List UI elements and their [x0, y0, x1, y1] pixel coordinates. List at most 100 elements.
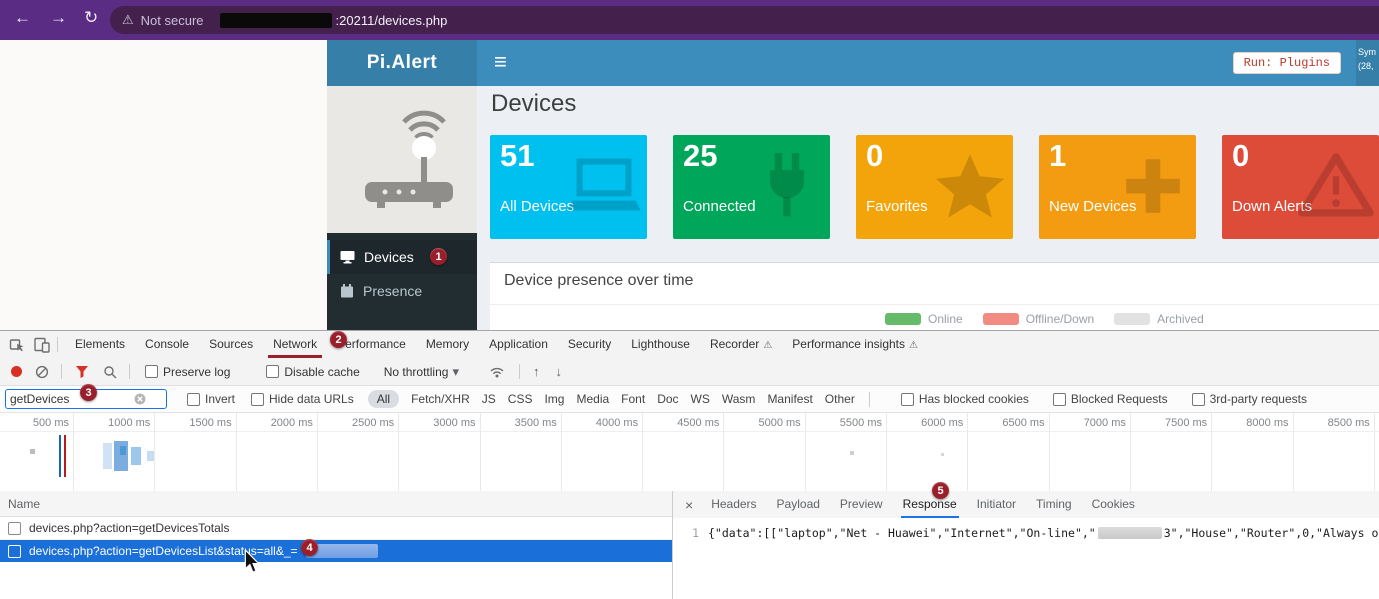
network-overview-timeline[interactable]: 500 ms1000 ms1500 ms2000 ms2500 ms3000 m…	[0, 413, 1379, 492]
devtools-tab-application[interactable]: Application	[479, 331, 558, 358]
stat-card-favorites[interactable]: 0Favorites	[856, 135, 1013, 239]
filter-type-css[interactable]: CSS	[508, 392, 533, 406]
devtools-tab-console[interactable]: Console	[135, 331, 199, 358]
timeline-tick-label: 2000 ms	[259, 417, 313, 429]
response-tab-response[interactable]: Response	[893, 491, 967, 518]
alert-icon	[1297, 147, 1375, 225]
sidebar-item-label: Devices	[364, 249, 414, 265]
filter-input[interactable]	[10, 392, 134, 406]
record-icon[interactable]	[11, 366, 22, 377]
filter-type-wasm[interactable]: Wasm	[722, 392, 756, 406]
search-icon[interactable]	[103, 365, 117, 379]
response-tab-headers[interactable]: Headers	[701, 491, 766, 518]
url-text: :20211/devices.php	[336, 13, 448, 28]
response-tab-preview[interactable]: Preview	[830, 491, 893, 518]
filter-type-doc[interactable]: Doc	[657, 392, 678, 406]
checkbox-icon[interactable]	[901, 393, 914, 406]
legend-swatch	[983, 313, 1019, 325]
checkbox-label: Preserve log	[163, 365, 230, 379]
request-row[interactable]: devices.php?action=getDevicesTotals	[0, 517, 672, 540]
filter-type-js[interactable]: JS	[482, 392, 496, 406]
filter-type-ws[interactable]: WS	[691, 392, 710, 406]
request-list-header[interactable]: Name	[0, 491, 672, 517]
response-tab-payload[interactable]: Payload	[767, 491, 830, 518]
forward-icon[interactable]: →	[50, 9, 67, 26]
timeline-gridline	[398, 413, 399, 491]
response-tab-timing[interactable]: Timing	[1026, 491, 1082, 518]
inspect-element-icon[interactable]	[9, 337, 25, 353]
devtools-tab-security[interactable]: Security	[558, 331, 621, 358]
disable-cache-checkbox[interactable]: Disable cache	[266, 365, 359, 379]
checkbox-icon[interactable]	[145, 365, 158, 378]
devtools-tab-performance-insights[interactable]: Performance insights⚠	[782, 331, 928, 358]
redaction	[1098, 527, 1162, 539]
filter-3rd-party-requests[interactable]: 3rd-party requests	[1192, 392, 1307, 406]
sidebar-item-presence[interactable]: Presence	[327, 274, 477, 308]
address-bar[interactable]: ⚠ Not secure :20211/devices.php	[110, 6, 1379, 34]
filter-type-media[interactable]: Media	[576, 392, 609, 406]
page-background	[0, 40, 327, 330]
filter-type-img[interactable]: Img	[544, 392, 564, 406]
hamburger-icon[interactable]: ≡	[494, 49, 507, 75]
user-menu[interactable]: Sym (28,	[1356, 40, 1379, 92]
response-viewer[interactable]: 1 {"data":[["laptop","Net - Huawei","Int…	[673, 518, 1379, 599]
network-activity-mark	[30, 449, 35, 454]
stat-card-down-alerts[interactable]: 0Down Alerts	[1222, 135, 1379, 239]
request-row-selected[interactable]: devices.php?action=getDevicesList&status…	[0, 540, 672, 562]
clear-icon[interactable]	[35, 365, 49, 379]
filter-type-manifest[interactable]: Manifest	[767, 392, 812, 406]
checkbox-icon[interactable]	[266, 365, 279, 378]
timeline-tick-label: 4500 ms	[665, 417, 719, 429]
checkbox-icon[interactable]	[8, 522, 21, 535]
timeline-gridline	[1130, 413, 1131, 491]
sidebar-item-devices[interactable]: Devices	[327, 240, 477, 274]
plug-icon	[748, 147, 826, 225]
checkbox-icon[interactable]	[1053, 393, 1066, 406]
timeline-tick-label: 2500 ms	[340, 417, 394, 429]
filter-icon[interactable]	[75, 365, 89, 379]
monitor-icon	[340, 250, 355, 264]
stat-card-new-devices[interactable]: 1New Devices	[1039, 135, 1196, 239]
upload-har-icon[interactable]: ↑	[533, 364, 540, 379]
filter-type-font[interactable]: Font	[621, 392, 645, 406]
checkbox-icon[interactable]	[251, 393, 264, 406]
response-tab-initiator[interactable]: Initiator	[967, 491, 1026, 518]
timeline-gridline	[723, 413, 724, 491]
network-conditions-icon[interactable]	[489, 365, 505, 379]
device-toolbar-icon[interactable]	[34, 337, 50, 353]
back-icon[interactable]: ←	[14, 9, 31, 26]
hide-data-urls-checkbox[interactable]: Hide data URLs	[251, 392, 354, 406]
checkbox-icon[interactable]	[8, 545, 21, 558]
checkbox-icon[interactable]	[187, 393, 200, 406]
filter-type-fetch-xhr[interactable]: Fetch/XHR	[411, 392, 470, 406]
close-icon[interactable]: ×	[685, 497, 693, 513]
filter-blocked-requests[interactable]: Blocked Requests	[1053, 392, 1168, 406]
devtools-tab-memory[interactable]: Memory	[416, 331, 479, 358]
stat-card-connected[interactable]: 25Connected	[673, 135, 830, 239]
devtools-tab-recorder[interactable]: Recorder⚠	[700, 331, 782, 358]
filter-type-other[interactable]: Other	[825, 392, 855, 406]
reload-icon[interactable]: ↻	[84, 9, 98, 26]
network-activity-mark	[120, 446, 126, 455]
network-activity-mark	[103, 443, 112, 469]
devtools-tab-lighthouse[interactable]: Lighthouse	[621, 331, 700, 358]
invert-checkbox[interactable]: Invert	[187, 392, 235, 406]
devtools-tab-network[interactable]: Network	[263, 331, 327, 358]
response-tab-cookies[interactable]: Cookies	[1082, 491, 1145, 518]
run-plugins-button[interactable]: Run: Plugins	[1233, 52, 1341, 74]
checkbox-icon[interactable]	[1192, 393, 1205, 406]
filter-has-blocked-cookies[interactable]: Has blocked cookies	[901, 392, 1029, 406]
timeline-tick-label: 8500 ms	[1316, 417, 1370, 429]
app-logo[interactable]: Pi.Alert	[327, 40, 477, 86]
clear-input-icon[interactable]	[134, 393, 146, 405]
devtools-tab-elements[interactable]: Elements	[65, 331, 135, 358]
timeline-gridline	[317, 413, 318, 491]
devtools-tab-sources[interactable]: Sources	[199, 331, 263, 358]
filter-type-all[interactable]: All	[368, 390, 399, 408]
sidebar-item-label: Presence	[363, 283, 422, 299]
throttling-select[interactable]: No throttling ▾	[384, 364, 459, 380]
download-har-icon[interactable]: ↓	[555, 364, 562, 379]
preserve-log-checkbox[interactable]: Preserve log	[145, 365, 230, 379]
user-menu-line2: (28,	[1358, 60, 1379, 74]
stat-card-all-devices[interactable]: 51All Devices	[490, 135, 647, 239]
